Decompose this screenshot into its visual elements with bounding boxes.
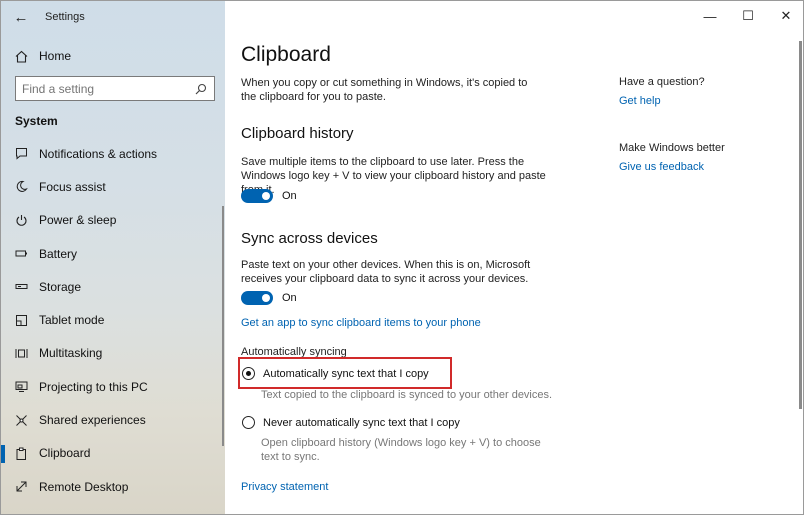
give-feedback-link[interactable]: Give us feedback bbox=[619, 161, 704, 173]
main-scrollbar[interactable] bbox=[799, 41, 802, 409]
radio-auto-sync-button[interactable] bbox=[242, 367, 255, 380]
storage-icon bbox=[3, 280, 39, 293]
sidebar-item-multitasking[interactable]: Multitasking bbox=[1, 337, 225, 370]
home-nav[interactable]: Home bbox=[1, 43, 225, 69]
sidebar-item-label: Shared experiences bbox=[39, 413, 146, 428]
projecting-icon bbox=[3, 380, 39, 393]
sidebar-item-label: Multitasking bbox=[39, 346, 103, 361]
sync-toggle-label: On bbox=[282, 292, 297, 304]
sync-toggle[interactable] bbox=[241, 291, 273, 305]
sidebar: ← Settings Home System Notifications & a… bbox=[1, 1, 225, 514]
radio-never-sync-label: Never automatically sync text that I cop… bbox=[263, 416, 460, 429]
sync-heading: Sync across devices bbox=[241, 230, 378, 247]
back-button[interactable]: ← bbox=[1, 1, 41, 33]
make-windows-better-heading: Make Windows better bbox=[619, 142, 725, 154]
close-icon: ✕ bbox=[780, 8, 792, 23]
sidebar-item-label: Battery bbox=[39, 246, 78, 261]
sidebar-item-label: Notifications & actions bbox=[39, 146, 158, 161]
sidebar-item-label: Focus assist bbox=[39, 179, 106, 194]
multitasking-icon bbox=[3, 347, 39, 360]
clipboard-icon bbox=[3, 447, 39, 460]
clipboard-history-toggle-row: On bbox=[241, 189, 297, 203]
sidebar-scrollbar[interactable] bbox=[222, 206, 224, 446]
maximize-button[interactable]: ☐ bbox=[729, 1, 767, 31]
sidebar-item-label: Projecting to this PC bbox=[39, 379, 148, 394]
power-icon bbox=[3, 214, 39, 227]
app-title: Settings bbox=[45, 11, 85, 23]
sidebar-item-label: Power & sleep bbox=[39, 213, 117, 228]
sidebar-item-notifications[interactable]: Notifications & actions bbox=[1, 137, 225, 170]
tablet-mode-icon bbox=[3, 314, 39, 327]
sidebar-item-label: Tablet mode bbox=[39, 313, 105, 328]
clipboard-history-toggle-label: On bbox=[282, 190, 297, 202]
privacy-statement-link[interactable]: Privacy statement bbox=[241, 481, 328, 493]
radio-never-sync[interactable]: Never automatically sync text that I cop… bbox=[242, 416, 460, 429]
sidebar-item-projecting[interactable]: Projecting to this PC bbox=[1, 370, 225, 403]
minimize-button[interactable]: — bbox=[691, 1, 729, 31]
moon-icon bbox=[3, 180, 39, 193]
sidebar-item-focus-assist[interactable]: Focus assist bbox=[1, 170, 225, 203]
home-icon bbox=[3, 50, 39, 63]
clipboard-history-toggle[interactable] bbox=[241, 189, 273, 203]
intro-text: When you copy or cut something in Window… bbox=[241, 77, 528, 103]
window-controls: — ☐ ✕ bbox=[691, 1, 803, 33]
sync-toggle-row: On bbox=[241, 291, 297, 305]
radio-never-sync-button[interactable] bbox=[242, 416, 255, 429]
sidebar-item-clipboard[interactable]: Clipboard bbox=[1, 437, 225, 470]
battery-icon bbox=[3, 247, 39, 260]
sidebar-item-storage[interactable]: Storage bbox=[1, 270, 225, 303]
search-box[interactable] bbox=[15, 76, 215, 101]
notification-icon bbox=[3, 147, 39, 160]
radio-never-sync-desc: Open clipboard history (Windows logo key… bbox=[261, 437, 541, 463]
radio-auto-sync[interactable]: Automatically sync text that I copy bbox=[242, 367, 429, 380]
back-arrow-icon: ← bbox=[13, 8, 29, 26]
question-heading: Have a question? bbox=[619, 76, 705, 88]
sidebar-item-label: Remote Desktop bbox=[39, 479, 129, 494]
maximize-icon: ☐ bbox=[742, 8, 754, 23]
sync-desc: Paste text on your other devices. When t… bbox=[241, 259, 531, 285]
section-label-system: System bbox=[15, 114, 58, 128]
sidebar-item-tablet-mode[interactable]: Tablet mode bbox=[1, 303, 225, 336]
title-bar: ← Settings bbox=[1, 1, 225, 33]
sidebar-item-remote-desktop[interactable]: Remote Desktop bbox=[1, 470, 225, 503]
get-app-link[interactable]: Get an app to sync clipboard items to yo… bbox=[241, 317, 481, 329]
radio-auto-sync-label: Automatically sync text that I copy bbox=[263, 367, 429, 380]
remote-desktop-icon bbox=[3, 480, 39, 493]
main-content: — ☐ ✕ Clipboard When you copy or cut som… bbox=[225, 1, 803, 514]
shared-experiences-icon bbox=[3, 414, 39, 427]
sidebar-item-battery[interactable]: Battery bbox=[1, 237, 225, 270]
close-button[interactable]: ✕ bbox=[767, 1, 803, 31]
clipboard-history-heading: Clipboard history bbox=[241, 125, 354, 142]
minimize-icon: — bbox=[703, 8, 717, 24]
get-help-link[interactable]: Get help bbox=[619, 95, 661, 107]
sidebar-item-label: Clipboard bbox=[39, 446, 91, 461]
sidebar-item-label: Storage bbox=[39, 279, 82, 294]
search-icon[interactable] bbox=[194, 82, 208, 96]
sidebar-nav: Notifications & actions Focus assist Pow… bbox=[1, 137, 225, 503]
sidebar-item-shared-experiences[interactable]: Shared experiences bbox=[1, 403, 225, 436]
home-label: Home bbox=[39, 49, 72, 63]
radio-auto-sync-desc: Text copied to the clipboard is synced t… bbox=[261, 389, 553, 401]
page-title: Clipboard bbox=[241, 43, 331, 66]
settings-window: ← Settings Home System Notifications & a… bbox=[0, 0, 804, 515]
search-input[interactable] bbox=[22, 81, 194, 96]
sidebar-item-power-sleep[interactable]: Power & sleep bbox=[1, 204, 225, 237]
